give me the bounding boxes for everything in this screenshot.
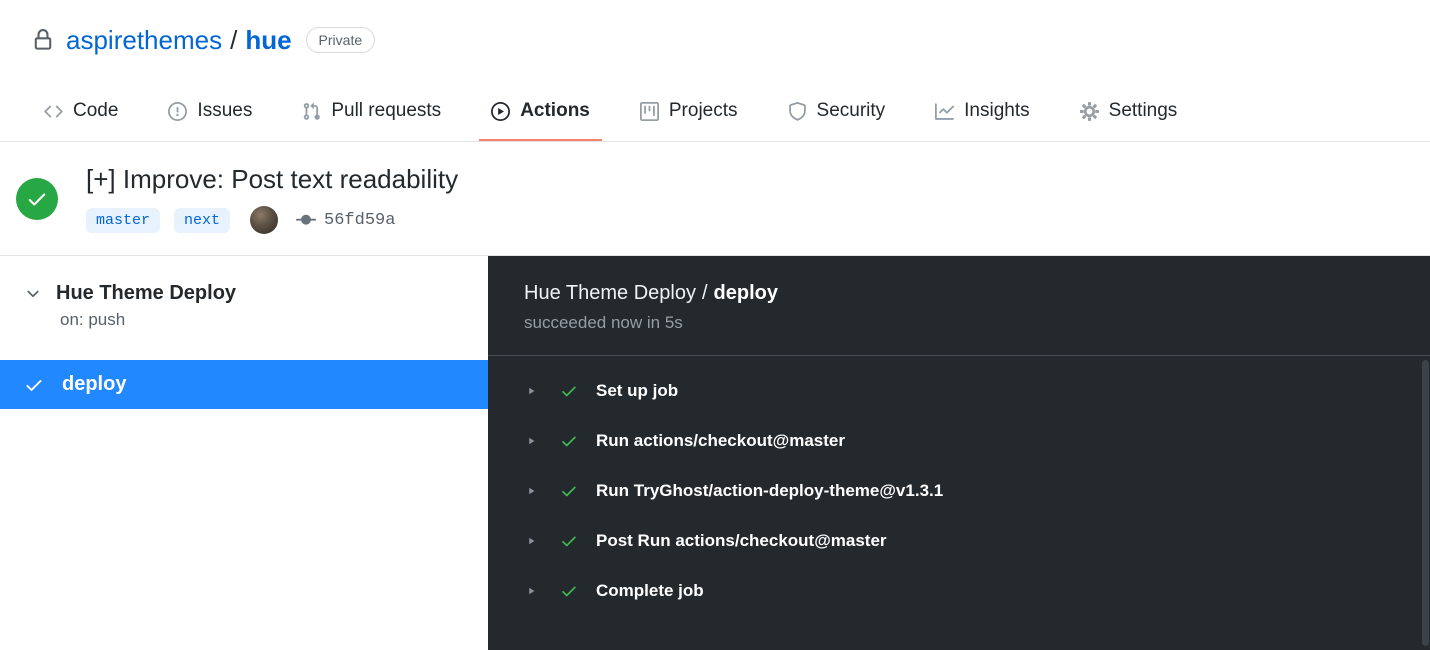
check-icon (560, 382, 578, 400)
lock-icon (32, 29, 54, 51)
tab-label: Settings (1108, 100, 1178, 121)
log-breadcrumb: Hue Theme Deploy / deploy (524, 282, 1394, 305)
tab-security[interactable]: Security (776, 84, 898, 141)
workflow-sidebar: Hue Theme Deploy on: push deploy (0, 256, 488, 650)
branch-badge-next[interactable]: next (174, 207, 231, 233)
tab-label: Pull requests (331, 100, 442, 121)
workflow-trigger: on: push (60, 310, 126, 329)
breadcrumb-owner-link[interactable]: aspirethemes (66, 20, 222, 60)
step-row[interactable]: Run TryGhost/action-deploy-theme@v1.3.1 (488, 466, 1430, 516)
step-name: Run TryGhost/action-deploy-theme@v1.3.1 (596, 481, 944, 500)
git-commit-icon (296, 214, 317, 225)
tab-label: Projects (668, 100, 738, 121)
gear-icon (1079, 101, 1099, 121)
play-icon (491, 101, 511, 121)
expand-triangle-icon[interactable] (524, 434, 538, 448)
step-name: Set up job (596, 381, 679, 400)
tab-pull-requests[interactable]: Pull requests (290, 84, 453, 141)
job-name: deploy (62, 373, 127, 395)
expand-triangle-icon[interactable] (524, 534, 538, 548)
run-title: [+] Improve: Post text readability (86, 164, 459, 194)
step-list: Set up job Run actions/checkout@master R… (488, 356, 1430, 616)
main-content: Hue Theme Deploy on: push deploy Hue The… (0, 256, 1430, 650)
workflow-name: Hue Theme Deploy (56, 282, 237, 304)
chevron-down-icon (27, 290, 39, 297)
tab-code[interactable]: Code (32, 84, 130, 141)
check-icon (560, 582, 578, 600)
tab-label: Security (816, 100, 886, 121)
commit-sha: 56fd59a (324, 210, 396, 230)
check-icon (560, 482, 578, 500)
issue-opened-icon (168, 101, 188, 121)
step-row[interactable]: Run actions/checkout@master (488, 416, 1430, 466)
breadcrumb: aspirethemes / hue Private (32, 20, 1398, 60)
commit-ref[interactable]: 56fd59a (296, 210, 395, 230)
step-row[interactable]: Complete job (488, 566, 1430, 616)
step-row[interactable]: Set up job (488, 366, 1430, 416)
run-header: [+] Improve: Post text readability maste… (0, 142, 1430, 256)
expand-triangle-icon[interactable] (524, 584, 538, 598)
run-info: [+] Improve: Post text readability maste… (86, 162, 458, 235)
workflow-group-toggle[interactable]: Hue Theme Deploy (24, 282, 464, 305)
check-icon (560, 432, 578, 450)
step-name: Run actions/checkout@master (596, 431, 845, 450)
check-icon (560, 532, 578, 550)
project-icon (639, 101, 659, 121)
tab-label: Insights (964, 100, 1030, 121)
repo-nav: Code Issues Pull requests Actions Projec… (0, 84, 1430, 142)
log-job-name: deploy (713, 282, 778, 304)
tab-projects[interactable]: Projects (628, 84, 750, 141)
run-status-success-icon (16, 177, 58, 220)
check-icon (26, 379, 42, 391)
tab-label: Code (73, 100, 119, 121)
log-workflow-name: Hue Theme Deploy (524, 282, 696, 304)
log-panel: Hue Theme Deploy / deploy succeeded now in… (488, 256, 1430, 650)
step-name: Complete job (596, 581, 704, 600)
avatar[interactable] (250, 206, 279, 234)
expand-triangle-icon[interactable] (524, 484, 538, 498)
scrollbar[interactable] (1422, 360, 1429, 646)
run-meta: master next 56fd59a (86, 205, 458, 235)
job-item-deploy[interactable]: deploy (0, 360, 488, 409)
workflow-head: Hue Theme Deploy on: push (0, 256, 488, 330)
log-status-line: succeeded now in 5s (524, 313, 683, 332)
breadcrumb-repo-link[interactable]: hue (245, 20, 291, 60)
git-pull-request-icon (304, 102, 321, 120)
repo-header: aspirethemes / hue Private (0, 0, 1430, 60)
tab-settings[interactable]: Settings (1068, 84, 1190, 141)
step-row[interactable]: Post Run actions/checkout@master (488, 516, 1430, 566)
tab-issues[interactable]: Issues (156, 84, 264, 141)
tab-actions[interactable]: Actions (479, 84, 602, 141)
graph-icon (935, 102, 955, 120)
tab-label: Issues (197, 100, 253, 121)
job-list: deploy (0, 360, 488, 409)
branch-badge-master[interactable]: master (86, 207, 161, 233)
code-icon (44, 105, 63, 117)
visibility-badge: Private (305, 26, 376, 54)
tab-label: Actions (520, 100, 590, 121)
log-breadcrumb-separator: / (701, 282, 708, 304)
step-name: Post Run actions/checkout@master (596, 531, 887, 550)
tab-insights[interactable]: Insights (923, 84, 1041, 141)
breadcrumb-separator: / (230, 25, 238, 55)
shield-icon (788, 101, 806, 121)
expand-triangle-icon[interactable] (524, 384, 538, 398)
log-header: Hue Theme Deploy / deploy succeeded now in… (488, 256, 1430, 356)
